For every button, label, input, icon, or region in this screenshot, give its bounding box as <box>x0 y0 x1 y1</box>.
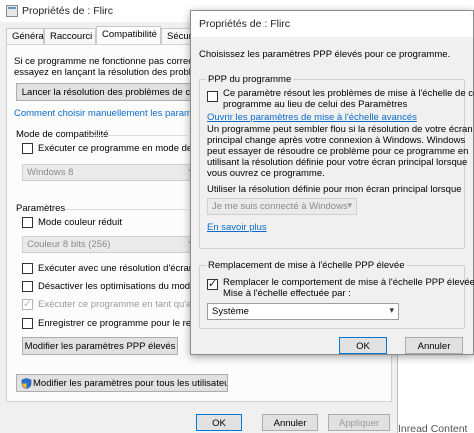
use-resolution-label: Utiliser la résolution définie pour mon … <box>207 184 462 195</box>
scaling-performed-by-value: Système <box>212 306 249 317</box>
register-restart-label: Enregistrer ce programme pour le redé <box>38 318 202 329</box>
dialog-instruction: Choisissez les paramètres PPP élevés pou… <box>199 49 451 60</box>
troubleshoot-button[interactable]: Lancer la résolution des problèmes de c <box>16 83 196 101</box>
dpi-override-label-line2: Mise à l'échelle effectuée par : <box>223 288 351 299</box>
run-as-admin-label: Exécuter ce programme en tant qu'adn <box>38 299 202 310</box>
tab-shortcut[interactable]: Raccourci <box>44 28 96 44</box>
divider <box>87 135 187 136</box>
dpi-override-heading: Remplacement de mise à l'échelle PPP éle… <box>206 260 407 271</box>
change-dpi-settings-button[interactable]: Modifier les paramètres PPP élevés <box>22 337 178 355</box>
intro-text-line1: Si ce programme ne fonctionne pas correc… <box>14 56 201 67</box>
disable-fullscreen-label: Désactiver les optimisations du mode p <box>38 281 204 292</box>
dpi-override-checkbox[interactable] <box>207 277 218 290</box>
chevron-down-icon: ▾ <box>347 200 352 210</box>
low-resolution-label: Exécuter avec une résolution d'écran d <box>38 263 202 274</box>
dpi-override-label-line1: Remplacer le comportement de mise à l'éc… <box>223 277 474 288</box>
tab-general[interactable]: Général <box>6 28 46 44</box>
reduced-color-checkbox[interactable] <box>22 217 33 228</box>
window-title: Propriétés de : Flirc <box>22 5 114 17</box>
compat-mode-select-value: Windows 8 <box>27 167 74 178</box>
explanation-line3: peut essayer de résoudre ce problème pou… <box>207 146 469 157</box>
background-page-text: Inread Content <box>398 423 468 433</box>
explanation-line4: utilisant la résolution définie pour vot… <box>207 157 468 168</box>
manual-settings-link[interactable]: Comment choisir manuellement les paramèt… <box>14 108 208 119</box>
intro-text-line2: essayez en lançant la résolution des pro… <box>14 67 197 78</box>
program-dpi-checkbox[interactable] <box>207 91 218 102</box>
dialog-body: Choisissez les paramètres PPP élevés pou… <box>191 37 474 355</box>
register-restart-checkbox[interactable] <box>22 318 33 329</box>
compat-mode-select: Windows 8 ▾ <box>22 164 198 181</box>
disable-fullscreen-checkbox[interactable] <box>22 281 33 292</box>
low-resolution-checkbox[interactable] <box>22 263 33 274</box>
program-dpi-label-line1: Ce paramètre résout les problèmes de mis… <box>223 88 474 99</box>
chevron-down-icon: ▾ <box>389 305 394 315</box>
program-dpi-group: PPP du programme Ce paramètre résout les… <box>199 74 474 249</box>
dialog-title: Propriétés de : Flirc <box>199 18 291 30</box>
color-depth-select-value: Couleur 8 bits (256) <box>27 239 111 250</box>
advanced-scaling-link[interactable]: Ouvrir les paramètres de mise à l'échell… <box>207 112 417 123</box>
cancel-button[interactable]: Annuler <box>262 414 318 431</box>
explanation-line2: principal change après votre connexion à… <box>207 135 466 146</box>
program-dpi-label-line2: programme au lieu de celui des Paramètre… <box>223 99 408 110</box>
compat-mode-label: Exécuter ce programme en mode de c <box>38 143 200 154</box>
apply-button: Appliquer <box>328 414 390 431</box>
explanation-line1: Un programme peut sembler flou si la rés… <box>207 124 473 135</box>
dialog-ok-button[interactable]: OK <box>339 337 387 354</box>
program-dpi-heading: PPP du programme <box>206 74 294 85</box>
high-dpi-settings-dialog: Propriétés de : Flirc Choisissez les par… <box>190 10 474 355</box>
tab-compatibility[interactable]: Compatibilité <box>96 26 161 44</box>
uac-shield-icon <box>21 378 32 389</box>
settings-heading: Paramètres <box>16 203 66 214</box>
learn-more-link[interactable]: En savoir plus <box>207 222 267 233</box>
use-resolution-select-value: Je me suis connecté à Windows <box>212 201 348 212</box>
use-resolution-select: Je me suis connecté à Windows ▾ <box>207 198 357 215</box>
all-users-button[interactable]: Modifier les paramètres pour tous les ut… <box>16 374 228 392</box>
explanation-line5: vous ouvrez ce programme. <box>207 168 325 179</box>
run-as-admin-checkbox <box>22 297 33 310</box>
app-icon <box>6 5 18 17</box>
compat-mode-checkbox[interactable] <box>22 143 33 154</box>
all-users-button-label: Modifier les paramètres pour tous les ut… <box>33 378 228 389</box>
color-depth-select: Couleur 8 bits (256) ▾ <box>22 236 198 253</box>
ok-button[interactable]: OK <box>196 414 242 431</box>
dialog-titlebar[interactable]: Propriétés de : Flirc <box>191 11 473 37</box>
reduced-color-label: Mode couleur réduit <box>38 217 122 228</box>
dialog-cancel-button[interactable]: Annuler <box>405 337 463 354</box>
dpi-override-group: Remplacement de mise à l'échelle PPP éle… <box>199 260 474 329</box>
divider <box>65 209 187 210</box>
scaling-performed-by-select[interactable]: Système ▾ <box>207 303 399 320</box>
